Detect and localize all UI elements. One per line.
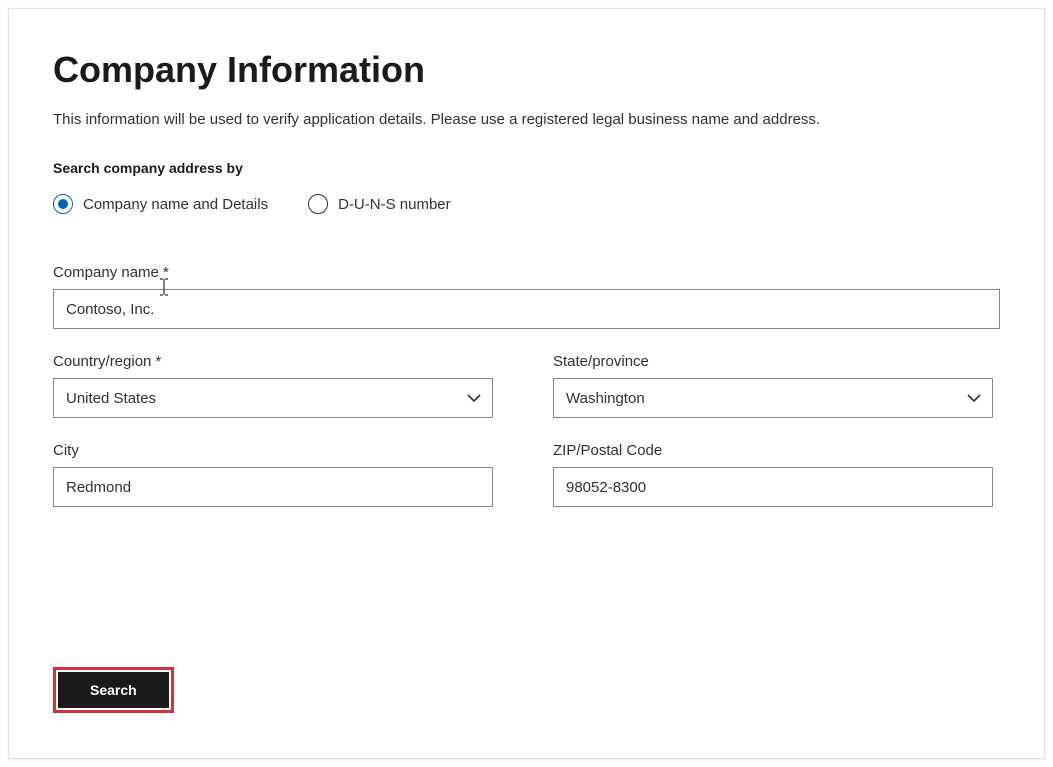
zip-input[interactable] xyxy=(553,467,993,507)
city-input[interactable] xyxy=(53,467,493,507)
country-region-value: United States xyxy=(66,390,156,407)
search-by-radio-group: Company name and Details D-U-N-S number xyxy=(53,194,1000,214)
city-label: City xyxy=(53,442,493,459)
company-information-form: Company Information This information wil… xyxy=(8,8,1045,759)
zip-label: ZIP/Postal Code xyxy=(553,442,993,459)
company-name-input[interactable] xyxy=(53,289,1000,329)
search-by-label: Search company address by xyxy=(53,160,1000,176)
company-name-label: Company name * xyxy=(53,264,1000,281)
radio-label: D-U-N-S number xyxy=(338,196,451,213)
search-button[interactable]: Search xyxy=(58,672,169,708)
country-region-select[interactable]: United States xyxy=(53,378,493,418)
radio-company-name-details[interactable]: Company name and Details xyxy=(53,194,268,214)
country-region-label: Country/region * xyxy=(53,353,493,370)
state-province-value: Washington xyxy=(566,390,645,407)
page-title: Company Information xyxy=(53,49,1000,91)
radio-selected-icon xyxy=(53,194,73,214)
state-province-select[interactable]: Washington xyxy=(553,378,993,418)
radio-unselected-icon xyxy=(308,194,328,214)
state-province-label: State/province xyxy=(553,353,993,370)
radio-duns-number[interactable]: D-U-N-S number xyxy=(308,194,451,214)
radio-label: Company name and Details xyxy=(83,196,268,213)
page-description: This information will be used to verify … xyxy=(53,111,1000,128)
search-button-highlight: Search xyxy=(53,667,174,713)
